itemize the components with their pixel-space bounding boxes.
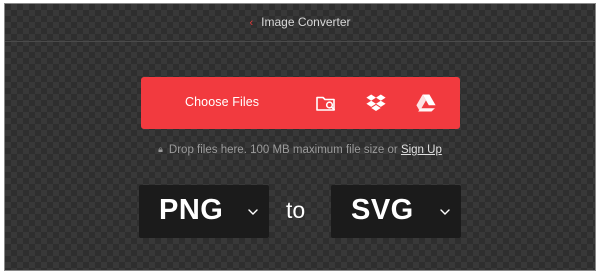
- google-drive-icon[interactable]: [414, 91, 438, 115]
- hint-text: Drop files here. 100 MB maximum file siz…: [168, 144, 398, 156]
- sign-up-link[interactable]: Sign Up: [401, 144, 442, 156]
- to-format-value: SVG: [351, 194, 414, 226]
- choose-files-button[interactable]: Choose Files: [185, 95, 259, 109]
- chevron-down-icon: [439, 205, 451, 217]
- to-connector: to: [286, 197, 306, 223]
- chevron-down-icon: [247, 205, 259, 217]
- converter-page: ‹ Image Converter Choose Files 🔒︎ Drop f…: [4, 3, 596, 271]
- upload-hint: 🔒︎ Drop files here. 100 MB maximum file s…: [5, 144, 595, 156]
- upload-bar[interactable]: Choose Files: [141, 77, 460, 129]
- from-format-select[interactable]: PNG: [139, 185, 269, 238]
- back-chevron-icon[interactable]: ‹: [249, 17, 253, 29]
- folder-search-icon[interactable]: [314, 91, 338, 115]
- dropbox-icon[interactable]: [364, 91, 388, 115]
- top-bar: ‹ Image Converter: [5, 4, 595, 42]
- breadcrumb[interactable]: ‹ Image Converter: [5, 15, 595, 29]
- lock-icon: 🔒︎: [158, 144, 163, 154]
- page-title[interactable]: Image Converter: [261, 15, 350, 29]
- to-format-select[interactable]: SVG: [331, 185, 461, 238]
- from-format-value: PNG: [159, 194, 224, 226]
